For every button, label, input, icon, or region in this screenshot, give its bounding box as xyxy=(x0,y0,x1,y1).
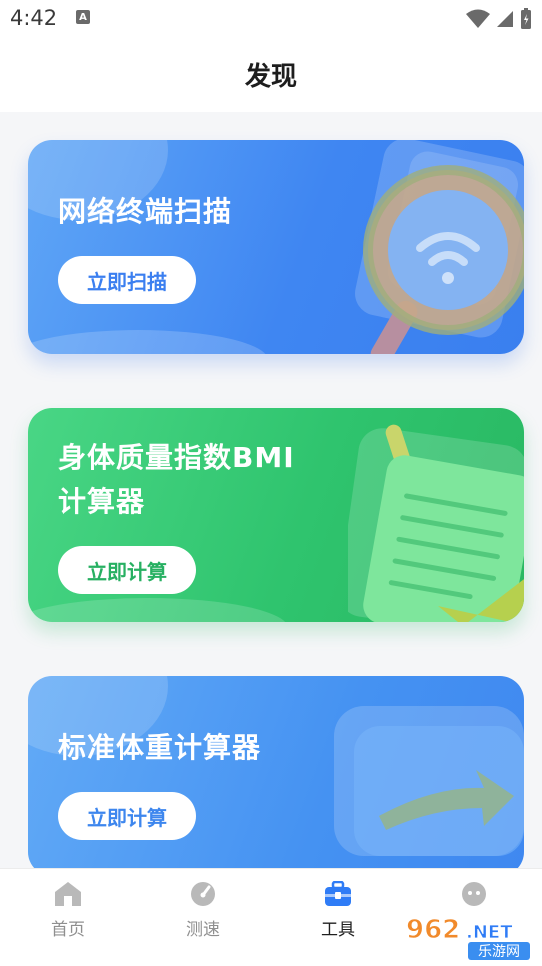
nav-home[interactable]: 首页 xyxy=(18,881,118,940)
toolbox-icon xyxy=(325,881,351,906)
card-title-line1: 身体质量指数BMI xyxy=(58,441,295,474)
card-wave-decoration xyxy=(28,598,288,622)
nav-tools[interactable]: 工具 xyxy=(288,881,388,940)
card-wave-decoration xyxy=(28,330,268,354)
nav-home-label: 首页 xyxy=(51,920,85,940)
watermark-logo: 962 .NET 乐游网 xyxy=(406,915,530,960)
scan-now-button[interactable]: 立即扫描 xyxy=(58,256,196,304)
svg-text:乐游网: 乐游网 xyxy=(478,944,520,960)
nav-tools-label: 工具 xyxy=(321,920,355,940)
document-check-icon xyxy=(348,424,524,622)
nav-speedtest[interactable]: 测速 xyxy=(153,881,253,940)
weight-calculate-button[interactable]: 立即计算 xyxy=(58,792,196,840)
box-arrow-icon xyxy=(334,706,524,856)
status-time: 4:42 xyxy=(10,6,58,30)
nav-speedtest-label: 测速 xyxy=(186,920,220,940)
speedometer-icon xyxy=(191,882,215,906)
page-header: 发现 xyxy=(0,38,542,112)
home-icon xyxy=(55,882,81,906)
svg-text:962: 962 xyxy=(406,915,460,945)
nav-chat[interactable] xyxy=(424,881,524,915)
standard-weight-card[interactable]: 标准体重计算器 立即计算 xyxy=(28,676,524,876)
network-scan-card[interactable]: 网络终端扫描 立即扫描 xyxy=(28,140,524,354)
signal-icon xyxy=(497,11,513,27)
svg-text:.NET: .NET xyxy=(466,922,513,943)
bmi-calculator-card[interactable]: 身体质量指数BMI 计算器 立即计算 xyxy=(28,408,524,622)
magnifier-wifi-icon xyxy=(355,140,524,354)
bmi-calculate-button[interactable]: 立即计算 xyxy=(58,546,196,594)
card-title: 标准体重计算器 xyxy=(58,731,262,764)
chat-icon xyxy=(462,882,486,906)
card-title: 网络终端扫描 xyxy=(58,195,233,228)
card-title-line2: 计算器 xyxy=(58,485,146,518)
page-title: 发现 xyxy=(244,62,297,92)
status-bar: 4:42 A xyxy=(0,0,542,38)
notification-icon: A xyxy=(76,10,90,24)
system-icons xyxy=(466,8,532,30)
battery-icon xyxy=(521,8,531,29)
wifi-icon xyxy=(466,9,490,28)
